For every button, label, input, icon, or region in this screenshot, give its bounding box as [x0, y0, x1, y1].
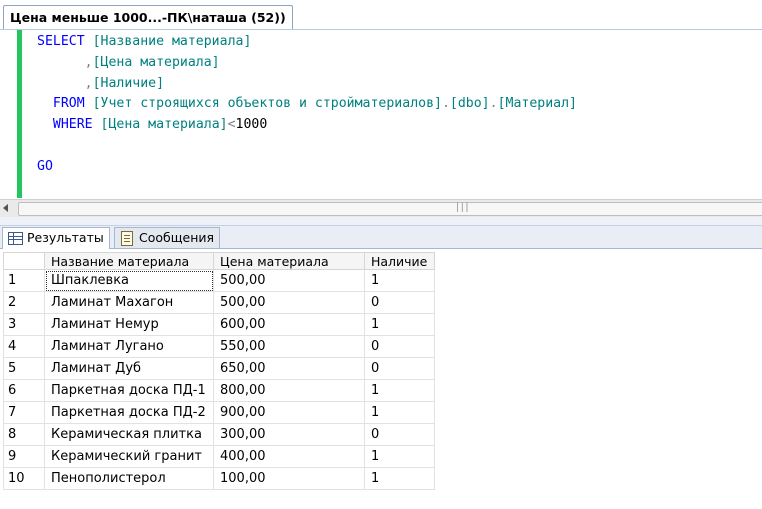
result-tabs: Результаты Сообщения [0, 226, 762, 249]
change-tracking-bar [17, 30, 22, 198]
cell-availability[interactable]: 1 [364, 269, 435, 292]
tab-results-label: Результаты [27, 230, 104, 245]
table-row: 1 Шпаклевка 500,00 1 [3, 269, 435, 292]
document-tab-strip: Цена меньше 1000...-ПК\наташа (52)) [0, 0, 762, 30]
table-row: 9 Керамический гранит 400,00 1 [3, 445, 435, 468]
where-value: 1000 [235, 117, 268, 133]
cell-name[interactable]: Ламинат Лугано [44, 335, 214, 358]
row-number[interactable]: 2 [3, 291, 45, 314]
cell-availability[interactable]: 1 [364, 379, 435, 402]
row-number[interactable]: 8 [3, 423, 45, 446]
column-name: [Название материала] [92, 34, 252, 49]
column-header-name[interactable]: Название материала [44, 252, 214, 270]
table-row: 4 Ламинат Лугано 550,00 0 [3, 335, 435, 358]
row-number[interactable]: 3 [3, 313, 45, 336]
table-row: 6 Паркетная доска ПД-1 800,00 1 [3, 379, 435, 402]
less-than-operator: < [227, 117, 236, 133]
comma: , [84, 54, 93, 70]
database-name: [Учет строящихся объектов и стройматериа… [92, 96, 442, 112]
cell-name[interactable]: Керамическая плитка [44, 423, 214, 446]
query-text[interactable]: SELECT [Название материала] ,[Цена матер… [37, 32, 577, 178]
editor-horizontal-scrollbar[interactable]: │││ [0, 199, 762, 217]
row-number[interactable]: 1 [3, 269, 45, 292]
pane-splitter[interactable] [0, 217, 762, 226]
cell-name[interactable]: Паркетная доска ПД-1 [44, 379, 214, 402]
cell-price[interactable]: 800,00 [213, 379, 365, 402]
row-number[interactable]: 7 [3, 401, 45, 424]
cell-availability[interactable]: 1 [364, 401, 435, 424]
scrollbar-grip-icon: │││ [455, 203, 470, 212]
cell-price[interactable]: 500,00 [213, 291, 365, 314]
cell-availability[interactable]: 1 [364, 445, 435, 468]
comma: , [84, 75, 93, 91]
cell-name[interactable]: Пенополистерол [44, 467, 214, 490]
cell-name[interactable]: Ламинат Махагон [44, 291, 214, 314]
cell-price[interactable]: 100,00 [213, 467, 365, 490]
cell-price[interactable]: 300,00 [213, 423, 365, 446]
tab-messages[interactable]: Сообщения [114, 227, 221, 248]
keyword-go: GO [37, 158, 53, 174]
table-row: 10 Пенополистерол 100,00 1 [3, 467, 435, 490]
cell-price[interactable]: 400,00 [213, 445, 365, 468]
column-availability: [Наличие] [92, 75, 165, 91]
cell-availability[interactable]: 1 [364, 467, 435, 490]
keyword-select: SELECT [37, 34, 85, 49]
table-row: 3 Ламинат Немур 600,00 1 [3, 313, 435, 336]
document-tab[interactable]: Цена меньше 1000...-ПК\наташа (52)) [3, 5, 293, 29]
table-row: 7 Паркетная доска ПД-2 900,00 1 [3, 401, 435, 424]
cell-price[interactable]: 900,00 [213, 401, 365, 424]
table-row: 8 Керамическая плитка 300,00 0 [3, 423, 435, 446]
column-price: [Цена материала] [92, 54, 220, 70]
cell-name[interactable]: Ламинат Дуб [44, 357, 214, 380]
cell-name[interactable]: Керамический гранит [44, 445, 214, 468]
cell-name[interactable]: Ламинат Немур [44, 313, 214, 336]
cell-name[interactable]: Шпаклевка [44, 269, 214, 292]
row-number[interactable]: 5 [3, 357, 45, 380]
results-grid: Название материала Цена материала Наличи… [3, 252, 435, 490]
cell-availability[interactable]: 0 [364, 357, 435, 380]
row-number[interactable]: 10 [3, 467, 45, 490]
keyword-from: FROM [52, 96, 85, 112]
table-row: 5 Ламинат Дуб 650,00 0 [3, 357, 435, 380]
scrollbar-thumb[interactable] [18, 202, 762, 216]
cell-availability[interactable]: 0 [364, 335, 435, 358]
cell-price[interactable]: 500,00 [213, 269, 365, 292]
dot: . [441, 96, 450, 112]
results-grid-icon [8, 232, 23, 245]
row-number[interactable]: 4 [3, 335, 45, 358]
row-number[interactable]: 6 [3, 379, 45, 402]
cell-availability[interactable]: 0 [364, 423, 435, 446]
where-column: [Цена материала] [100, 117, 228, 133]
row-number[interactable]: 9 [3, 445, 45, 468]
cell-price[interactable]: 650,00 [213, 357, 365, 380]
cell-name[interactable]: Паркетная доска ПД-2 [44, 401, 214, 424]
messages-icon [121, 231, 133, 246]
column-header-availability[interactable]: Наличие [364, 252, 435, 270]
column-header-price[interactable]: Цена материала [213, 252, 365, 270]
grid-header-row: Название материала Цена материала Наличи… [3, 252, 435, 270]
query-editor[interactable]: SELECT [Название материала] ,[Цена матер… [0, 30, 762, 198]
row-header-corner[interactable] [3, 252, 45, 270]
dot: . [489, 96, 498, 112]
table-name: [Материал] [497, 96, 577, 112]
cell-price[interactable]: 550,00 [213, 335, 365, 358]
table-row: 2 Ламинат Махагон 500,00 0 [3, 291, 435, 314]
cell-price[interactable]: 600,00 [213, 313, 365, 336]
tab-results[interactable]: Результаты [2, 227, 110, 249]
schema-name: [dbo] [449, 96, 490, 112]
scroll-left-arrow-icon[interactable] [3, 204, 8, 212]
keyword-where: WHERE [52, 117, 93, 133]
cell-availability[interactable]: 0 [364, 291, 435, 314]
cell-availability[interactable]: 1 [364, 313, 435, 336]
tab-messages-label: Сообщения [139, 230, 215, 245]
